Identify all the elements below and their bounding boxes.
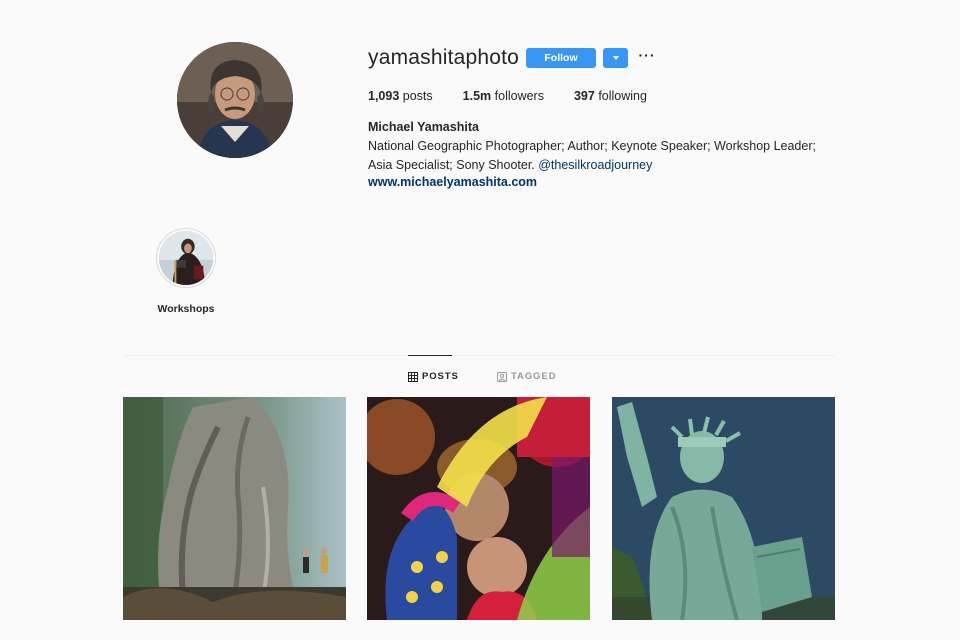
highlight-photo [159, 231, 213, 285]
highlight-ring [156, 228, 216, 288]
post-thumbnail[interactable] [367, 397, 590, 620]
bio-mention-link[interactable]: @thesilkroadjourney [538, 158, 652, 172]
chevron-down-icon [612, 56, 619, 60]
followers-count: 1.5m [462, 89, 492, 103]
tabs-divider [123, 355, 835, 356]
grid-icon [408, 371, 418, 382]
active-tab-indicator [408, 355, 452, 356]
followers-stat[interactable]: 1.5m followers [463, 89, 544, 103]
avatar-photo [177, 42, 293, 158]
tab-tagged-label: TAGGED [511, 371, 557, 382]
following-count: 397 [573, 89, 595, 103]
suggested-dropdown-button[interactable] [603, 48, 628, 68]
profile-avatar[interactable] [177, 42, 293, 158]
post-thumbnail[interactable] [612, 397, 835, 620]
tab-posts[interactable]: POSTS [408, 371, 459, 382]
post-image-ancient-tree [123, 397, 346, 620]
post-image-statue-of-liberty [612, 397, 835, 620]
profile-website-link[interactable]: www.michaelyamashita.com [368, 175, 537, 189]
highlight-label: Workshops [157, 303, 215, 315]
followers-label: followers [494, 89, 544, 103]
following-label: following [598, 89, 647, 103]
profile-full-name: Michael Yamashita [368, 120, 479, 134]
post-thumbnail[interactable] [123, 397, 346, 620]
posts-label: posts [402, 89, 433, 103]
posts-count: 1,093 [368, 89, 400, 103]
post-image-festival-crowd [367, 397, 590, 620]
profile-bio: National Geographic Photographer; Author… [368, 137, 838, 174]
more-options-icon[interactable]: ··· [638, 48, 656, 66]
follow-button[interactable]: Follow [526, 48, 596, 68]
tab-tagged[interactable]: TAGGED [497, 371, 556, 382]
tag-icon [497, 371, 507, 382]
following-stat[interactable]: 397 following [574, 89, 647, 103]
highlight-cover [159, 231, 213, 285]
profile-username: yamashitaphoto [368, 46, 520, 69]
posts-stat: 1,093 posts [368, 89, 433, 103]
highlight-workshops[interactable]: Workshops [150, 228, 222, 315]
profile-stats: 1,093 posts 1.5m followers 397 following [368, 89, 677, 103]
tab-posts-label: POSTS [422, 371, 459, 382]
